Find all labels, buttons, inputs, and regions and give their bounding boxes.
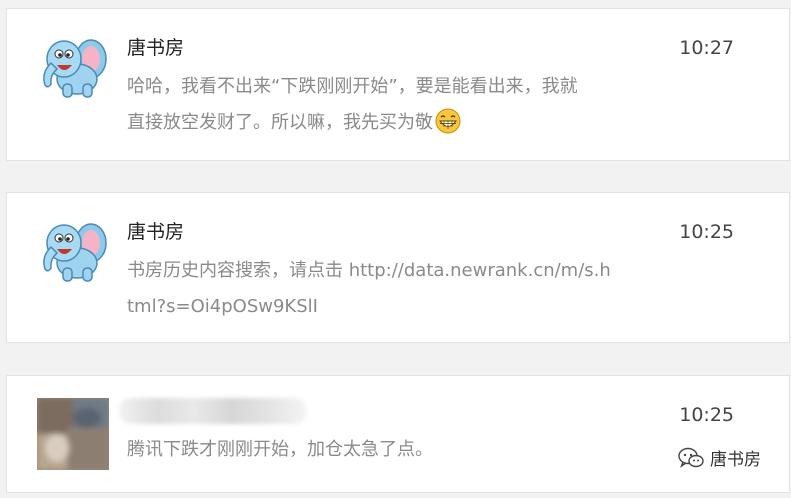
elephant-avatar-icon[interactable] <box>37 29 109 101</box>
elephant-avatar-icon[interactable] <box>37 213 109 285</box>
blurred-avatar-icon[interactable] <box>37 398 109 470</box>
grin-emoji-icon <box>435 108 461 134</box>
sender-name: 唐书房 <box>127 221 185 243</box>
message-card[interactable]: 唐书房 10:27 哈哈，我看不出来“下跌刚刚开始”，要是能看出来，我就 直接放… <box>6 8 790 161</box>
message-line: 直接放空发财了。所以嘛，我先买为敬 <box>127 105 687 141</box>
message-text: 腾讯下跌才刚刚开始，加仓太急了点。 <box>127 432 687 468</box>
message-line: 哈哈，我看不出来“下跌刚刚开始”，要是能看出来，我就 <box>127 76 578 97</box>
message-text: 书房历史内容搜索，请点击 http://data.newrank.cn/m/s.… <box>127 253 687 325</box>
wechat-icon <box>678 447 704 468</box>
sender-name: 唐书房 <box>127 37 185 59</box>
watermark: 唐书房 <box>678 445 761 470</box>
message-line: 腾讯下跌才刚刚开始，加仓太急了点。 <box>127 439 433 460</box>
message-line-text: 直接放空发财了。所以嘛，我先买为敬 <box>127 112 433 133</box>
watermark-text: 唐书房 <box>710 450 761 470</box>
blurred-sender-name <box>119 398 307 424</box>
message-time: 10:25 <box>679 221 734 243</box>
message-line: 书房历史内容搜索，请点击 http://data.newrank.cn/m/s.… <box>127 260 611 281</box>
message-time: 10:25 <box>679 404 734 426</box>
message-time: 10:27 <box>679 37 734 59</box>
message-card[interactable]: 10:25 腾讯下跌才刚刚开始，加仓太急了点。 唐书房 <box>6 375 790 493</box>
message-text: 哈哈，我看不出来“下跌刚刚开始”，要是能看出来，我就 直接放空发财了。所以嘛，我… <box>127 69 687 141</box>
message-card[interactable]: 唐书房 10:25 书房历史内容搜索，请点击 http://data.newra… <box>6 192 790 343</box>
message-line: tml?s=Oi4pOSw9KSlI <box>127 296 318 317</box>
